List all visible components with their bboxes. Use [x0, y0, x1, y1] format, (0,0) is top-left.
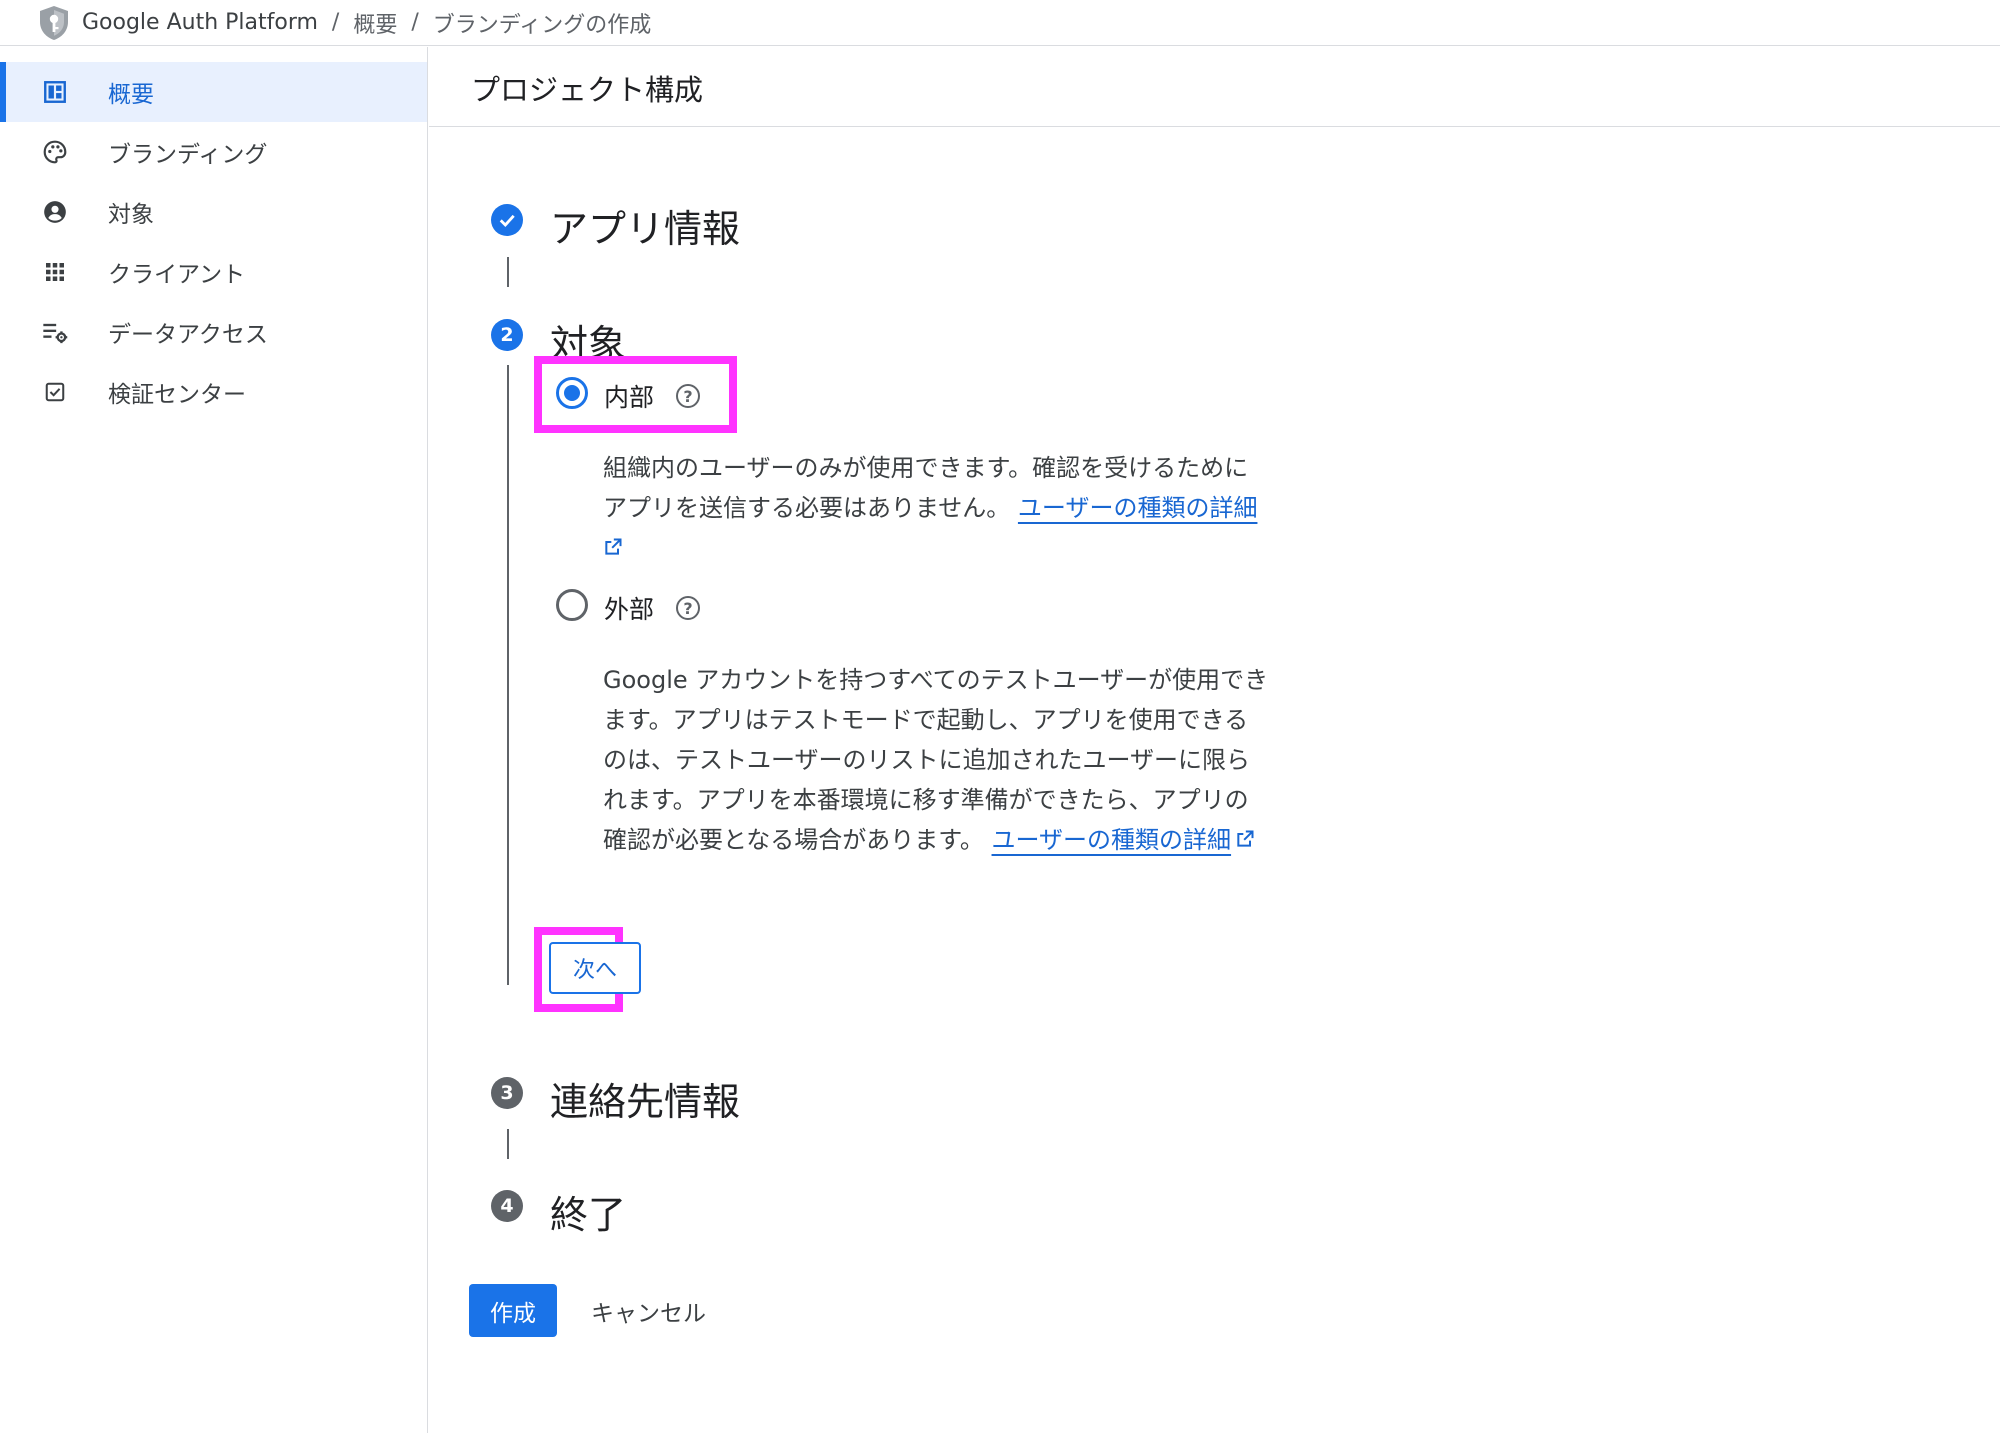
step-3-number-badge: 3 [491, 1077, 523, 1109]
external-desc-line: のは、テストユーザーのリストに追加されたユーザーに限ら [603, 746, 1251, 774]
step-3-title: 連絡先情報 [550, 1080, 741, 1124]
sidebar-item-label: クライアント [108, 262, 246, 288]
sidebar-item-verification-center[interactable]: 検証センター [0, 362, 427, 422]
internal-desc-line: アプリを送信する必要はありません。 ユーザーの種類の詳細 [603, 488, 1373, 528]
step-1-title[interactable]: アプリ情報 [550, 198, 740, 253]
dashboard-icon [40, 77, 70, 107]
external-desc-line: Google アカウントを持つすべてのテストユーザーが使用でき [603, 666, 1269, 694]
user-type-details-link[interactable]: ユーザーの種類の詳細 [1018, 494, 1258, 522]
sidebar-item-data-access[interactable]: データアクセス [0, 302, 427, 362]
step-4-number-badge: 4 [491, 1190, 523, 1222]
breadcrumb-overview[interactable]: 概要 [353, 7, 397, 39]
apps-grid-icon [40, 257, 70, 287]
account-circle-icon [40, 197, 70, 227]
sidebar-item-label: データアクセス [108, 322, 268, 348]
sidebar-item-label: 対象 [108, 202, 154, 228]
step-connector [507, 365, 509, 985]
external-desc-line: ます。アプリはテストモードで起動し、アプリを使用できる [603, 706, 1249, 734]
breadcrumb-separator: / [411, 10, 419, 35]
external-link-icon-row [603, 528, 1373, 569]
external-radio-label[interactable]: 外部 [604, 590, 654, 626]
data-settings-icon [40, 317, 70, 347]
main-content: プロジェクト構成 アプリ情報 2 対象 内部 ? 組織内のユーザーのみが使用でき… [429, 47, 2000, 1433]
external-description: Google アカウントを持つすべてのテストユーザーが使用でき ます。アプリはテ… [603, 660, 1383, 861]
page-header: プロジェクト構成 [429, 47, 2000, 127]
help-icon[interactable]: ? [676, 596, 700, 620]
breadcrumb-current: ブランディングの作成 [432, 12, 652, 38]
shield-key-icon [40, 5, 68, 40]
internal-desc-text: アプリを送信する必要はありません。 [603, 494, 1011, 522]
sidebar-item-clients[interactable]: クライアント [0, 242, 427, 302]
step-connector [507, 257, 509, 287]
open-in-new-icon[interactable] [1235, 821, 1255, 861]
internal-description: 組織内のユーザーのみが使用できます。確認を受けるために アプリを送信する必要はあ… [603, 448, 1373, 569]
step-4-title: 終了 [550, 1193, 627, 1237]
sidebar-item-audience[interactable]: 対象 [0, 182, 427, 242]
checkbox-icon [40, 377, 70, 407]
internal-desc-line: 組織内のユーザーのみが使用できます。確認を受けるために [603, 454, 1249, 482]
step-2-number-badge: 2 [491, 319, 523, 351]
internal-radio[interactable] [556, 377, 588, 409]
sidebar-item-overview[interactable]: 概要 [0, 62, 427, 122]
breadcrumb-separator: / [331, 10, 340, 35]
cancel-button[interactable]: キャンセル [579, 1284, 718, 1337]
breadcrumb-app[interactable]: Google Auth Platform [82, 10, 318, 35]
create-button[interactable]: 作成 [469, 1284, 557, 1337]
sidebar-item-label: ブランディング [108, 142, 268, 168]
page-title: プロジェクト構成 [471, 73, 704, 107]
step-1-check-icon [491, 204, 523, 236]
palette-icon [40, 137, 70, 167]
external-radio[interactable] [556, 589, 588, 621]
sidebar-item-branding[interactable]: ブランディング [0, 122, 427, 182]
open-in-new-icon[interactable] [603, 529, 623, 569]
external-desc-line: れます。アプリを本番環境に移す準備ができたら、アプリの [603, 786, 1249, 814]
external-desc-text: 確認が必要となる場合があります。 [603, 826, 984, 854]
sidebar-item-label: 概要 [108, 82, 154, 108]
step-connector [507, 1129, 509, 1159]
top-bar: Google Auth Platform / 概要 / ブランディングの作成 [0, 0, 2000, 46]
external-desc-line: 確認が必要となる場合があります。 ユーザーの種類の詳細 [603, 820, 1383, 861]
next-button[interactable]: 次へ [549, 942, 641, 994]
sidebar: 概要 ブランディング 対象 クライアント データアクセス 検証センター [0, 47, 428, 1433]
sidebar-item-label: 検証センター [108, 382, 246, 408]
internal-radio-label[interactable]: 内部 [604, 378, 654, 414]
user-type-details-link[interactable]: ユーザーの種類の詳細 [992, 826, 1232, 854]
help-icon[interactable]: ? [676, 384, 700, 408]
